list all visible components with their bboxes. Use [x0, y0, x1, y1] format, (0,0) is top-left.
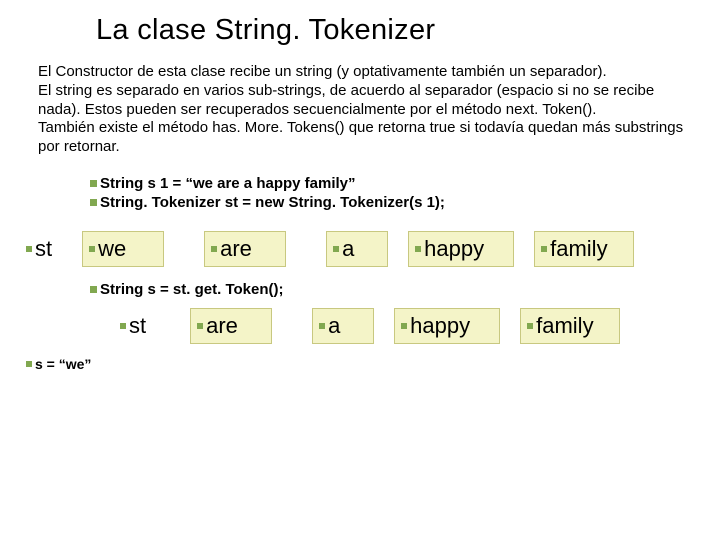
st-text: st — [35, 236, 52, 262]
bullet-icon — [541, 246, 547, 252]
token-box: a — [326, 231, 388, 267]
code-block-1: String s 1 = “we are a happy family” Str… — [0, 157, 720, 211]
token-text: a — [342, 236, 354, 262]
code-text: String s = st. get. Token(); — [100, 281, 284, 298]
st-text: st — [129, 313, 146, 339]
token-box: we — [82, 231, 164, 267]
token-text: family — [550, 236, 607, 262]
bullet-icon — [319, 323, 325, 329]
token-text: a — [328, 313, 340, 339]
code-line-1: String s 1 = “we are a happy family” — [90, 175, 720, 192]
bullet-icon — [26, 246, 32, 252]
token-text: happy — [410, 313, 470, 339]
code-text: String. Tokenizer st = new String. Token… — [100, 194, 445, 211]
token-text: are — [220, 236, 252, 262]
assign-line: s = “we” — [26, 356, 720, 372]
slide-title: La clase String. Tokenizer — [0, 0, 720, 63]
token-row-1: st we are a happy family — [0, 213, 720, 267]
token-box: happy — [394, 308, 500, 344]
bullet-icon — [415, 246, 421, 252]
token-text: family — [536, 313, 593, 339]
code-gettoken: String s = st. get. Token(); — [0, 267, 720, 298]
bullet-icon — [90, 286, 97, 293]
bullet-icon — [26, 361, 32, 367]
token-box: family — [534, 231, 634, 267]
bullet-icon — [401, 323, 407, 329]
token-row-2: st are a happy family — [0, 298, 720, 344]
token-box: a — [312, 308, 374, 344]
bullet-icon — [120, 323, 126, 329]
st-label: st — [26, 236, 52, 262]
token-box: are — [204, 231, 286, 267]
token-text: are — [206, 313, 238, 339]
bullet-icon — [527, 323, 533, 329]
token-box: are — [190, 308, 272, 344]
bullet-icon — [211, 246, 217, 252]
bullet-icon — [90, 180, 97, 187]
token-text: we — [98, 236, 126, 262]
code-line-2: String. Tokenizer st = new String. Token… — [90, 194, 720, 211]
code-text: String s 1 = “we are a happy family” — [100, 175, 356, 192]
assign-text: s = “we” — [35, 356, 91, 372]
token-box: happy — [408, 231, 514, 267]
bullet-icon — [89, 246, 95, 252]
st-label-2: st — [120, 313, 146, 339]
body-paragraph: El Constructor de esta clase recibe un s… — [0, 63, 720, 157]
bullet-icon — [197, 323, 203, 329]
bullet-icon — [333, 246, 339, 252]
token-box: family — [520, 308, 620, 344]
bullet-icon — [90, 199, 97, 206]
token-text: happy — [424, 236, 484, 262]
